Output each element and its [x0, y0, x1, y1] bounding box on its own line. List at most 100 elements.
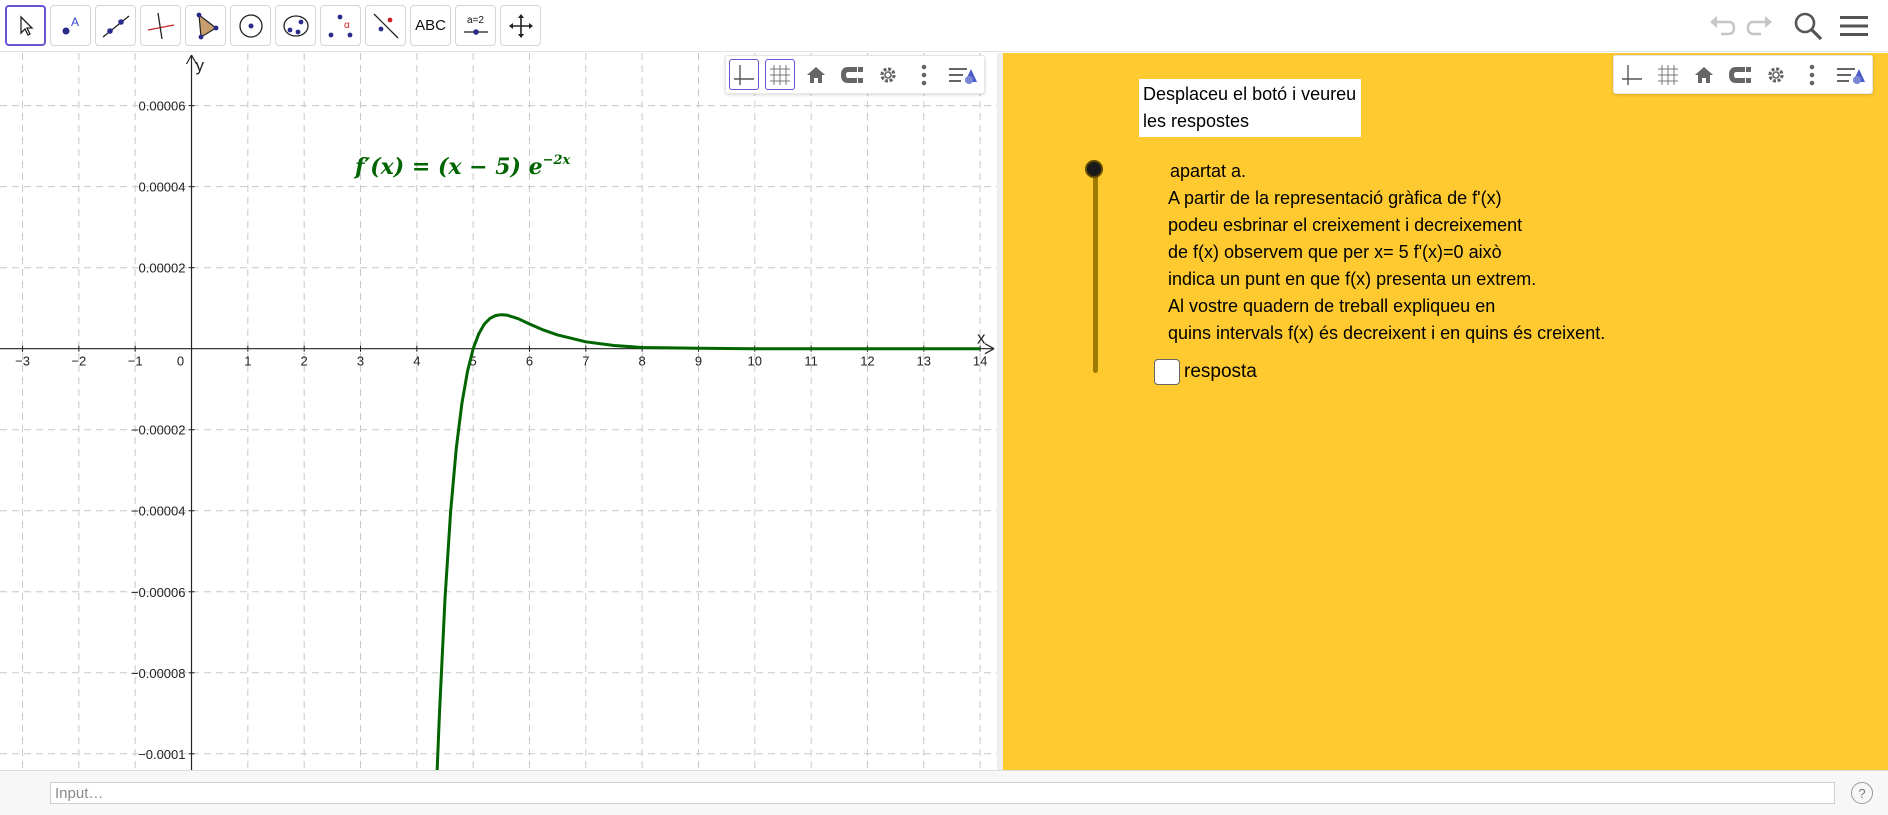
graphics-style-bar: [725, 55, 985, 94]
x-tick-label: 1: [244, 354, 251, 369]
answer-slider-knob[interactable]: [1085, 160, 1103, 178]
move-graphics-icon: [508, 13, 533, 38]
y-tick-label: 0.00002: [139, 261, 186, 276]
y-tick-label: −0.00006: [131, 585, 186, 600]
resposta-checkbox-row[interactable]: resposta: [1154, 359, 1257, 385]
y-tick-label: −0.00004: [131, 504, 186, 519]
redo-button[interactable]: [1742, 8, 1778, 44]
grid2-toggle-button[interactable]: [1650, 56, 1686, 93]
grid-toggle-icon: [1658, 64, 1678, 85]
answer-title: apartat a.: [1170, 161, 1247, 181]
standard-view2-button[interactable]: [1686, 56, 1722, 93]
answer-line: Al vostre quadern de treball expliqueu e…: [1168, 296, 1496, 316]
answer-slider-track[interactable]: [1093, 168, 1098, 373]
answer-line: A partir de la representació gràfica de …: [1168, 188, 1502, 208]
circle-tool-button[interactable]: [230, 5, 271, 46]
line-icon: [102, 14, 129, 38]
grid-toggle-button[interactable]: [765, 59, 795, 90]
ellipse-tool-button[interactable]: [275, 5, 316, 46]
answer-line: de f(x) observem que per x= 5 f'(x)=0 ai…: [1168, 242, 1502, 262]
magnet-icon: [841, 66, 863, 83]
standard-view-button[interactable]: [798, 56, 834, 93]
point-capturing-button[interactable]: [834, 56, 870, 93]
polygon-icon: [196, 12, 218, 39]
style-bar-menu-icon: [949, 67, 977, 84]
answer-text: apartat a. A partir de la representació …: [1168, 158, 1605, 347]
move-tool-button[interactable]: [5, 5, 46, 46]
angle-tool-button[interactable]: α: [320, 5, 361, 46]
point-icon: A: [62, 15, 79, 34]
x-tick-label: 2: [301, 354, 308, 369]
circle-icon: [238, 13, 263, 38]
move-graphics-tool-button[interactable]: [500, 5, 541, 46]
y-tick-label: 0.00006: [139, 99, 186, 114]
algebra-input-field[interactable]: [50, 782, 1835, 804]
magnet-icon: [1729, 66, 1751, 83]
answer-line: podeu esbrinar el creixement i decreixem…: [1168, 215, 1523, 235]
y-tick-label: −0.0001: [138, 747, 185, 762]
slider-icon: a=2: [463, 15, 488, 35]
x-tick-label: 10: [748, 354, 762, 369]
toolbar: A α ABC a=2: [0, 0, 1888, 52]
x-tick-label: 4: [413, 354, 420, 369]
y-tick-label: −0.00002: [131, 423, 186, 438]
slider-tool-button[interactable]: a=2: [455, 5, 496, 46]
help-button[interactable]: ?: [1851, 782, 1873, 804]
x-tick-label: 3: [357, 354, 364, 369]
formula-text: f′(x) = (x − 5) e: [355, 154, 543, 180]
polygon-tool-button[interactable]: [185, 5, 226, 46]
instruction-textbox: Desplaceu el botó i veureu les respostes: [1139, 79, 1361, 137]
point-tool-button[interactable]: A: [50, 5, 91, 46]
more-options2-button[interactable]: [1794, 56, 1830, 93]
y-tick-label: 0.00004: [139, 180, 186, 195]
search-button[interactable]: [1790, 8, 1826, 44]
svg-text:A: A: [71, 15, 79, 29]
x-tick-label: 8: [639, 354, 646, 369]
resposta-label[interactable]: resposta: [1184, 361, 1257, 383]
style-bar2-menu-button[interactable]: [1830, 56, 1872, 93]
x-tick-label: −1: [128, 354, 143, 369]
y-axis-label: y: [196, 56, 205, 75]
instruction-line: Desplaceu el botó i veureu: [1143, 84, 1357, 104]
answer-line: quins intervals f(x) és decreixent i en …: [1168, 323, 1606, 343]
x-tick-label: 7: [582, 354, 589, 369]
help-icon: ?: [1858, 785, 1866, 801]
x-tick-label: 13: [917, 354, 931, 369]
x-tick-label: 9: [695, 354, 702, 369]
graphics-view[interactable]: x y −3 −2 −1 0 1 2 3 4 5 6 7 8 9 10 11 12 13 14 0.00006 0.000…: [0, 53, 997, 770]
svg-text:a=2: a=2: [467, 15, 484, 26]
reflect-tool-button[interactable]: [365, 5, 406, 46]
function-formula[interactable]: f′(x) = (x − 5) e−2x: [355, 153, 570, 180]
more-options-button[interactable]: [906, 56, 942, 93]
text-tool-button[interactable]: ABC: [410, 5, 451, 46]
axes-toggle-icon: [734, 64, 754, 85]
search-icon: [1794, 12, 1823, 41]
x-tick-label: −2: [71, 354, 86, 369]
more-vertical-icon: [1809, 64, 1815, 85]
perpendicular-line-tool-button[interactable]: [140, 5, 181, 46]
instruction-line: les respostes: [1143, 111, 1250, 131]
graphics2-settings-button[interactable]: [1758, 56, 1794, 93]
settings-gear-icon: [1768, 66, 1784, 83]
hamburger-menu-icon: [1840, 16, 1868, 36]
line-tool-button[interactable]: [95, 5, 136, 46]
settings-gear-icon: [880, 66, 896, 83]
x-tick-label: 6: [526, 354, 533, 369]
grid-toggle-icon: [770, 64, 790, 85]
axes-toggle-button[interactable]: [729, 59, 759, 90]
perpendicular-icon: [147, 12, 174, 39]
point-capturing2-button[interactable]: [1722, 56, 1758, 93]
resposta-checkbox[interactable]: [1154, 359, 1180, 385]
style-bar-menu-button[interactable]: [942, 56, 984, 93]
undo-button[interactable]: [1704, 8, 1740, 44]
home-icon: [1695, 66, 1713, 83]
graphics-view-2[interactable]: Desplaceu el botó i veureu les respostes…: [1003, 53, 1888, 770]
main-menu-button[interactable]: [1836, 8, 1872, 44]
answer-line: indica un punt en que f(x) presenta un e…: [1168, 269, 1537, 289]
graphics-settings-button[interactable]: [870, 56, 906, 93]
reflect-icon: [373, 13, 398, 38]
x-tick-label: −3: [15, 354, 30, 369]
more-vertical-icon: [921, 64, 927, 85]
x-tick-label: 0: [177, 354, 184, 369]
axes2-toggle-button[interactable]: [1614, 56, 1650, 93]
